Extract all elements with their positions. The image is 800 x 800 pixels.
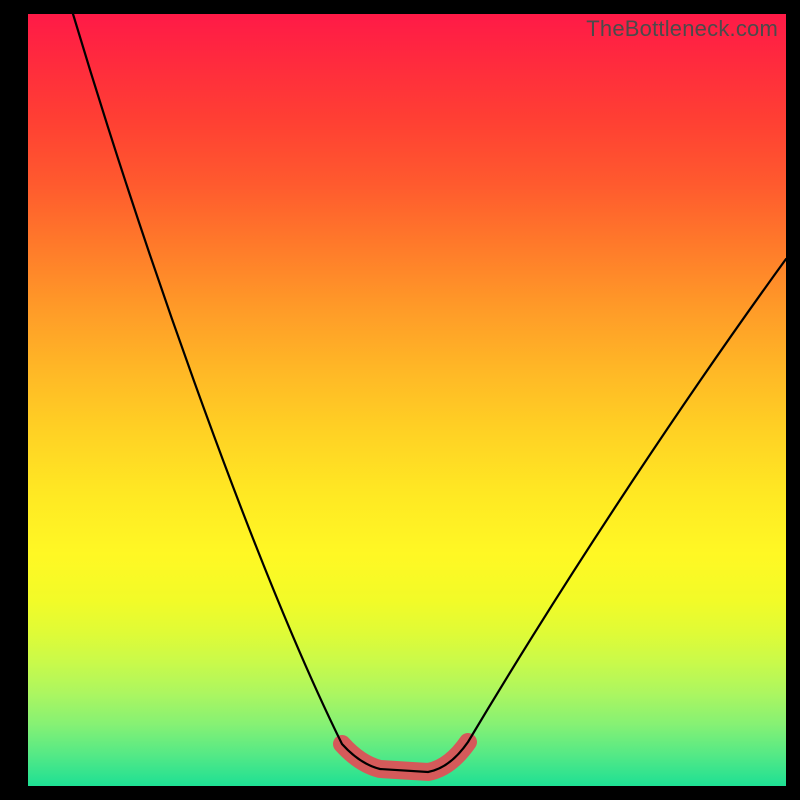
optimal-region-highlight bbox=[342, 742, 468, 772]
bottleneck-curve bbox=[28, 14, 786, 786]
chart-stage: TheBottleneck.com bbox=[0, 0, 800, 800]
plot-area: TheBottleneck.com bbox=[28, 14, 786, 786]
curve-path bbox=[73, 14, 786, 772]
